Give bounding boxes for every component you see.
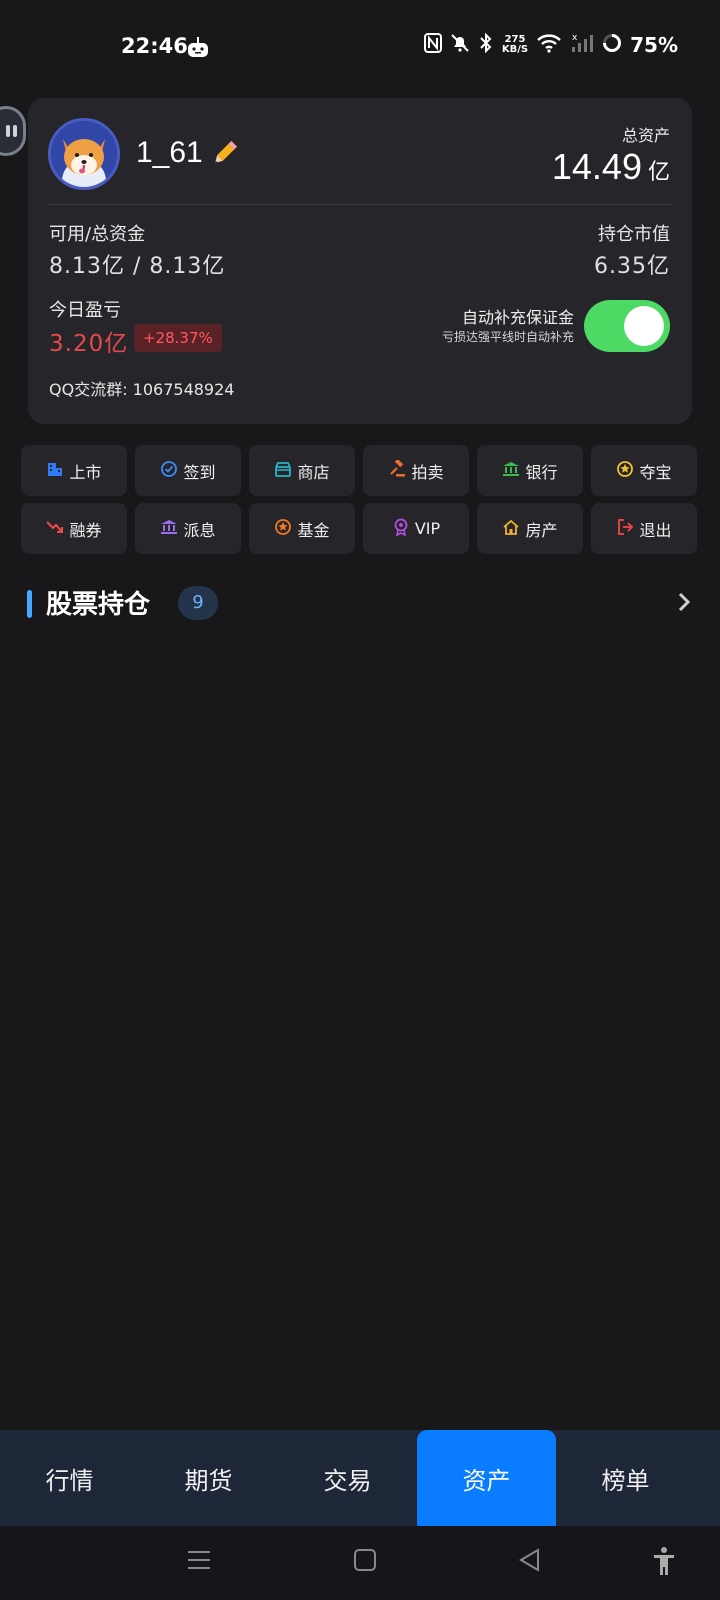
tab-label: 交易 xyxy=(323,1466,372,1495)
section-accent-bar xyxy=(27,590,32,618)
svg-text:x: x xyxy=(572,33,578,43)
check-circle-icon xyxy=(160,460,178,482)
feature-label: 签到 xyxy=(183,462,216,482)
house-icon xyxy=(502,518,520,540)
feature-label: 房产 xyxy=(525,520,558,540)
feature-button-property[interactable]: 房产 xyxy=(477,503,583,554)
feature-button-fund[interactable]: 基金 xyxy=(249,503,355,554)
home-square-icon[interactable] xyxy=(353,1546,377,1578)
feature-button-store[interactable]: 商店 xyxy=(249,445,355,496)
bell-muted-icon xyxy=(450,33,470,57)
tab-label: 行情 xyxy=(45,1466,94,1495)
market-value-label: 持仓市值 xyxy=(598,224,670,245)
feature-grid: 上市 签到 商店 拍卖 银行 夺宝 融券 派息 基金 VIP 房产 退出 xyxy=(21,445,699,554)
auto-margin-subtitle: 亏损达强平线时自动补充 xyxy=(441,330,574,344)
username: 1_61 xyxy=(136,136,203,169)
feature-button-short-selling[interactable]: 融券 xyxy=(21,503,127,554)
tab-assets[interactable]: 资产 xyxy=(417,1430,556,1526)
holdings-title: 股票持仓 xyxy=(46,590,151,620)
bottom-tab-bar: 行情 期货 交易 资产 榜单 xyxy=(0,1430,720,1526)
net-speed-unit: KB/S xyxy=(501,44,529,55)
feature-button-dividend[interactable]: 派息 xyxy=(135,503,241,554)
tab-leaderboard[interactable]: 榜单 xyxy=(556,1430,695,1526)
cell-signal-icon: x xyxy=(570,33,594,57)
chevron-right-icon[interactable] xyxy=(675,590,693,618)
holdings-header[interactable]: 股票持仓 9 xyxy=(27,584,693,624)
feature-button-vip[interactable]: VIP xyxy=(363,503,469,554)
available-funds-value: 8.13亿 / 8.13亿 xyxy=(49,254,226,279)
feature-label: 派息 xyxy=(183,520,216,540)
qq-group-text: QQ交流群: 1067548924 xyxy=(49,380,235,399)
market-value: 6.35亿 xyxy=(594,254,670,279)
today-pnl-percent-badge: +28.37% xyxy=(134,324,222,352)
tab-label: 榜单 xyxy=(601,1466,650,1495)
gavel-icon xyxy=(388,458,406,482)
feature-label: 上市 xyxy=(69,462,102,482)
logout-icon xyxy=(616,518,634,540)
total-assets-value: 14.49 xyxy=(551,146,642,187)
bank-icon xyxy=(502,460,520,482)
holdings-count-badge: 9 xyxy=(178,586,218,620)
avatar[interactable] xyxy=(48,118,120,190)
feature-label: 银行 xyxy=(525,462,558,482)
edit-pencil-icon[interactable] xyxy=(210,138,240,172)
feature-button-logout[interactable]: 退出 xyxy=(591,503,697,554)
total-assets-unit: 亿 xyxy=(647,160,670,185)
trend-down-icon xyxy=(46,518,64,540)
android-robot-icon xyxy=(186,36,210,58)
status-bar: 22:46 275 KB/S x 75% xyxy=(0,0,720,96)
asset-card: 1_61 总资产 14.49 亿 可用/总资金 8.13亿 / 8.13亿 持仓… xyxy=(28,98,692,424)
floating-assistant-button[interactable] xyxy=(0,106,26,156)
tab-trade[interactable]: 交易 xyxy=(278,1430,417,1526)
building-icon xyxy=(46,460,64,482)
feature-button-bank[interactable]: 银行 xyxy=(477,445,583,496)
feature-button-auction[interactable]: 拍卖 xyxy=(363,445,469,496)
system-nav-bar xyxy=(0,1526,720,1600)
wifi-icon xyxy=(536,33,562,57)
auto-margin-toggle[interactable] xyxy=(584,300,670,352)
bluetooth-icon xyxy=(478,32,494,57)
vip-badge-icon xyxy=(392,518,410,540)
status-time: 22:46 xyxy=(121,34,188,58)
fund-icon xyxy=(274,518,292,540)
divider xyxy=(48,204,672,205)
feature-label: 融券 xyxy=(69,520,102,540)
accessibility-icon[interactable] xyxy=(652,1546,676,1580)
tab-market[interactable]: 行情 xyxy=(0,1430,139,1526)
total-assets: 14.49 亿 xyxy=(552,146,670,188)
battery-ring-icon xyxy=(602,33,622,57)
auto-margin-title: 自动补充保证金 xyxy=(461,308,574,327)
feature-button-checkin[interactable]: 签到 xyxy=(135,445,241,496)
feature-label: 商店 xyxy=(297,462,330,482)
bank-icon xyxy=(160,518,178,540)
toggle-knob xyxy=(624,306,664,346)
feature-label: 基金 xyxy=(297,520,330,540)
net-speed: 275 KB/S xyxy=(502,35,528,55)
store-icon xyxy=(274,460,292,482)
today-pnl-label: 今日盈亏 xyxy=(49,300,121,321)
status-icons: 275 KB/S x 75% xyxy=(423,32,678,57)
battery-percent: 75% xyxy=(630,33,678,57)
total-assets-label: 总资产 xyxy=(621,126,670,145)
feature-label: 退出 xyxy=(639,520,672,540)
tab-label: 资产 xyxy=(462,1466,511,1495)
feature-label: 拍卖 xyxy=(411,462,444,482)
menu-icon[interactable] xyxy=(187,1546,211,1578)
treasure-icon xyxy=(616,460,634,482)
feature-label: VIP xyxy=(414,519,441,538)
tab-futures[interactable]: 期货 xyxy=(139,1430,278,1526)
nfc-icon xyxy=(423,33,442,57)
feature-button-treasure[interactable]: 夺宝 xyxy=(591,445,697,496)
feature-button-listing[interactable]: 上市 xyxy=(21,445,127,496)
available-funds-label: 可用/总资金 xyxy=(49,224,146,245)
feature-label: 夺宝 xyxy=(639,462,672,482)
back-triangle-icon[interactable] xyxy=(518,1546,542,1578)
tab-label: 期货 xyxy=(184,1466,233,1495)
today-pnl-value: 3.20亿 xyxy=(49,331,129,357)
